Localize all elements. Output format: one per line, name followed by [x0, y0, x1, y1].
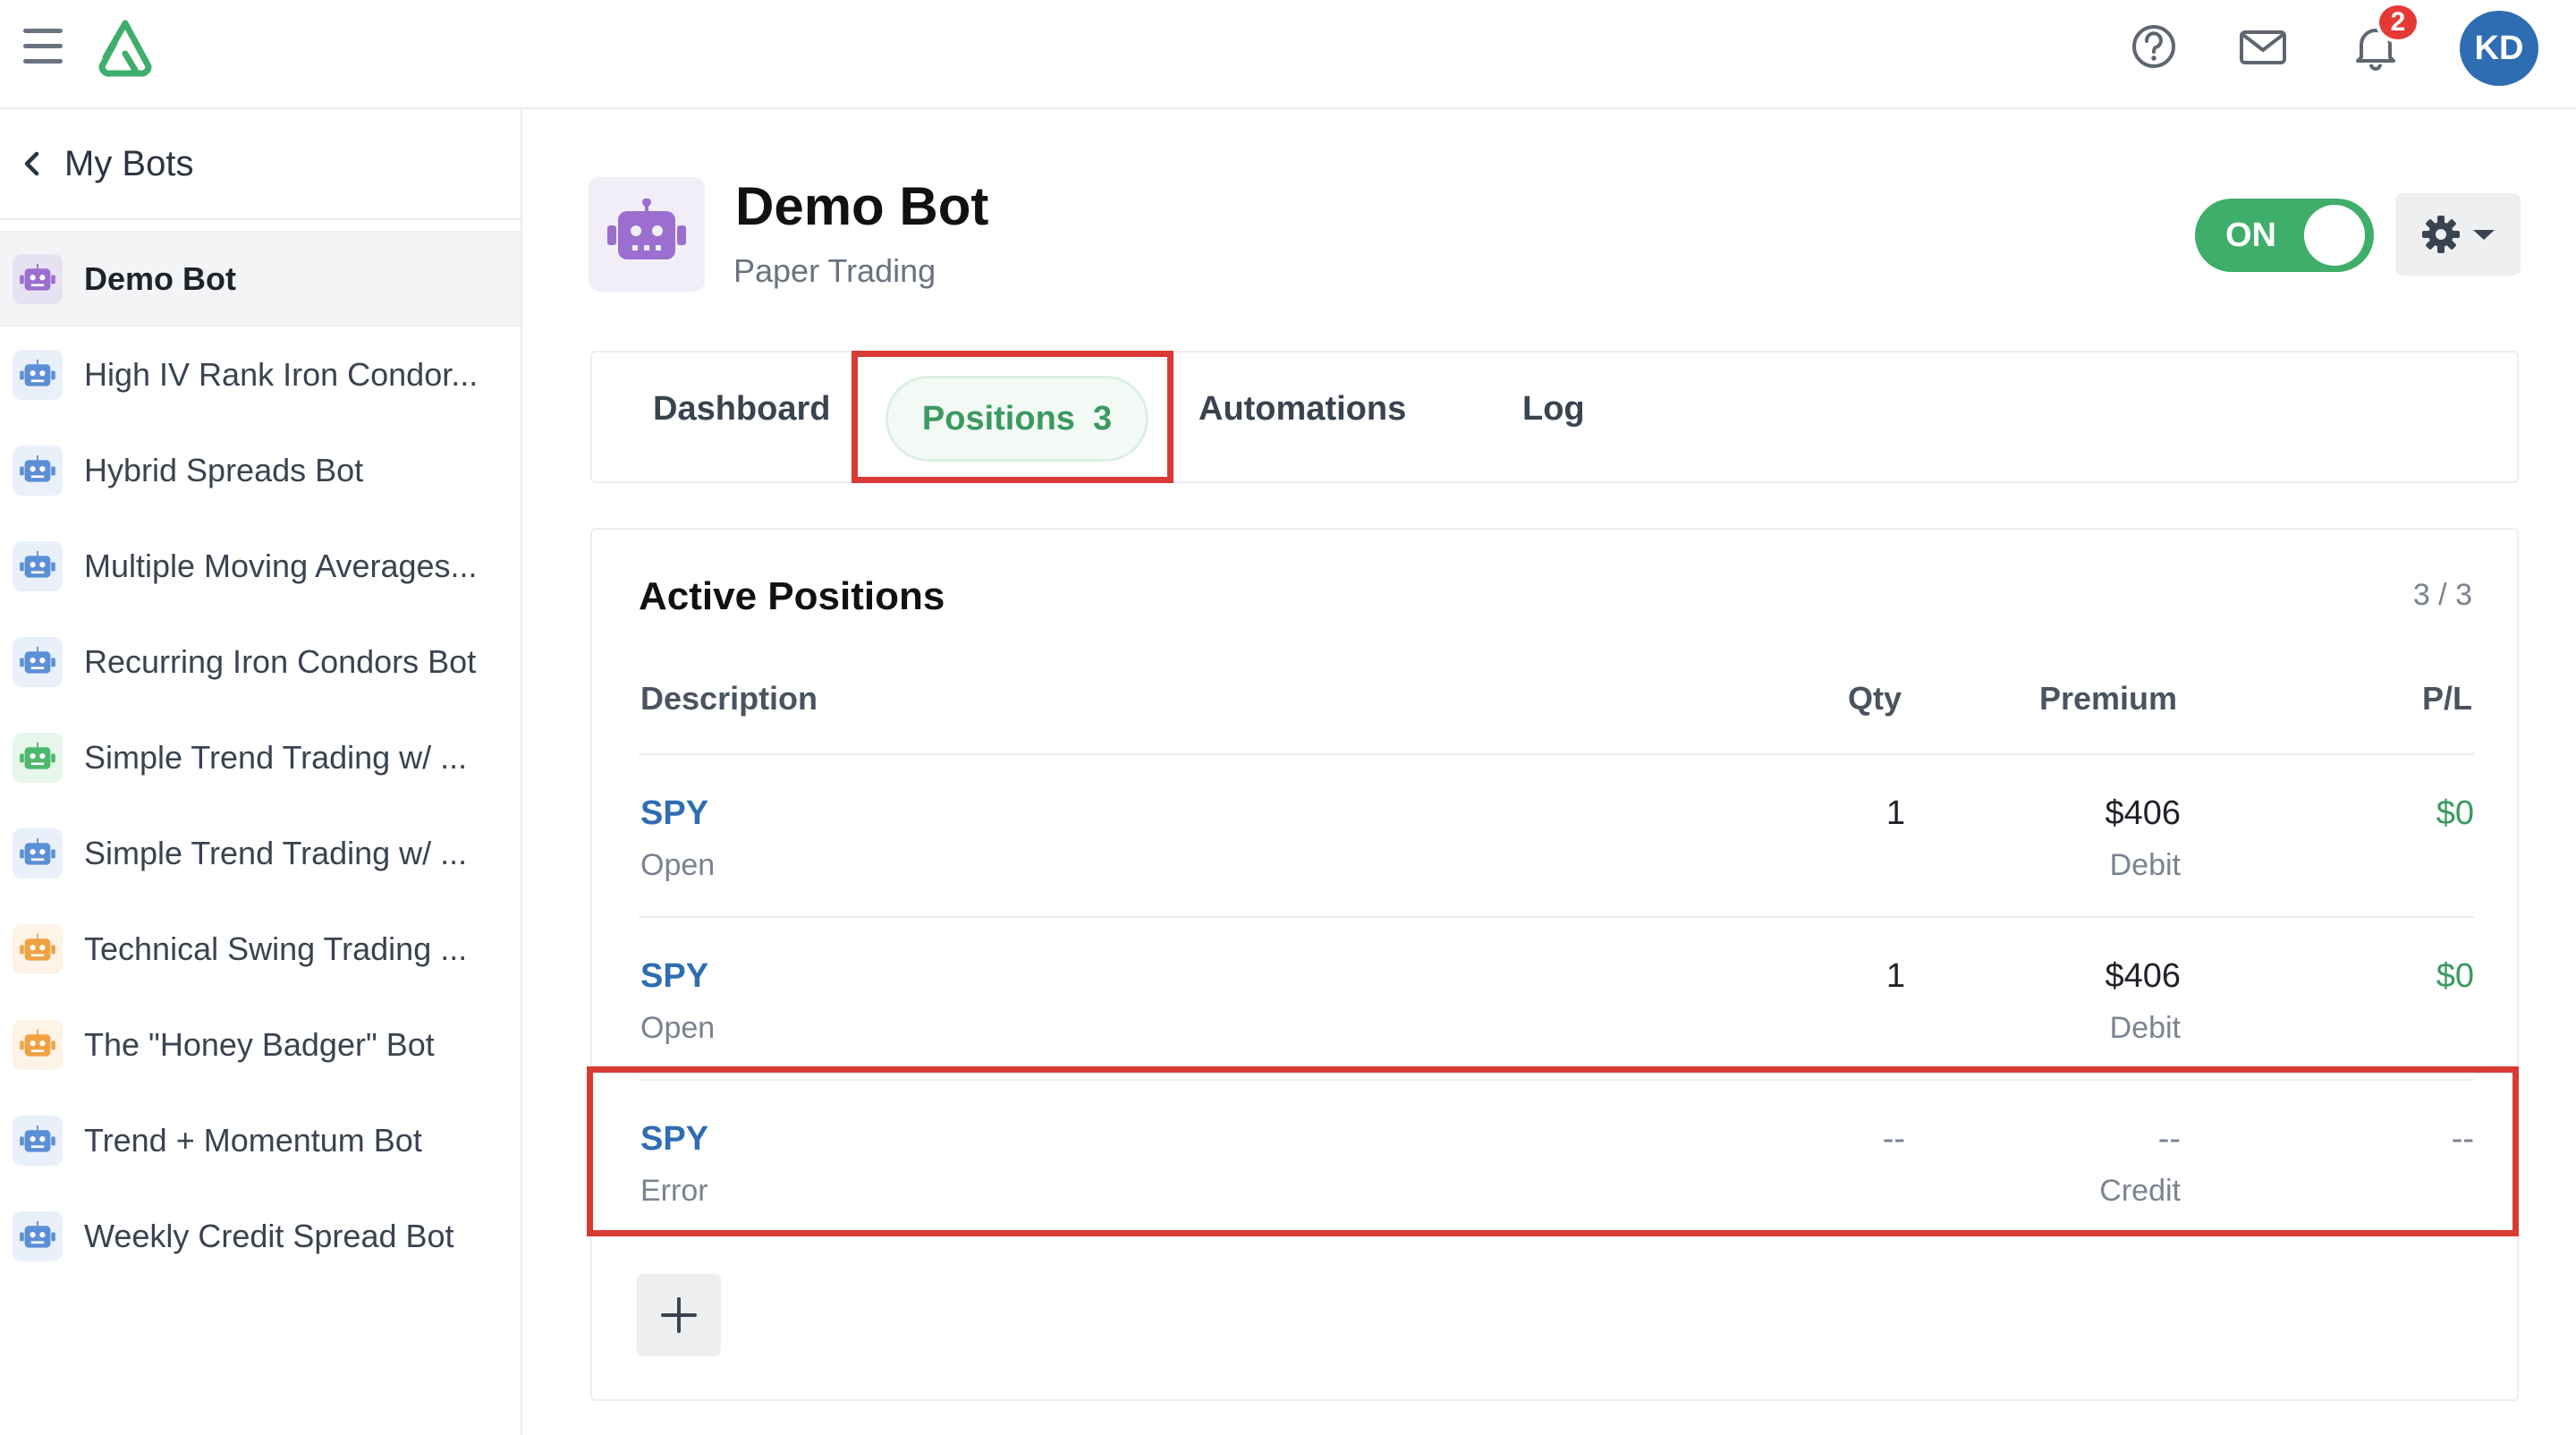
page-title: Demo Bot — [735, 176, 989, 236]
position-pl: $0 — [2436, 957, 2474, 995]
table-row[interactable]: SPY Open 1 $406 Debit $0 — [639, 916, 2474, 1079]
position-symbol[interactable]: SPY — [640, 957, 708, 996]
robot-icon — [13, 1115, 63, 1166]
position-premium: $406 — [2105, 957, 2181, 995]
toggle-label: ON — [2225, 217, 2276, 254]
sidebar-bot-item[interactable]: Simple Trend Trading w/ ... — [0, 805, 521, 901]
notification-badge: 2 — [2376, 2, 2420, 43]
position-status: Open — [640, 848, 716, 882]
positions-count: 3 / 3 — [2412, 578, 2472, 612]
sidebar-bot-item[interactable]: Demo Bot — [0, 231, 521, 327]
position-premium-type: Debit — [2109, 848, 2181, 882]
top-bar: 2 KD — [0, 0, 2576, 109]
sidebar-bot-item[interactable]: High IV Rank Iron Condor... — [0, 327, 521, 422]
robot-icon — [13, 540, 63, 591]
bot-on-off-toggle[interactable]: ON — [2195, 199, 2374, 272]
position-premium-type: Credit — [2099, 1174, 2181, 1208]
position-premium-type: Debit — [2109, 1011, 2181, 1045]
sidebar-bot-name: Simple Trend Trading w/ ... — [84, 738, 468, 776]
position-premium: $406 — [2105, 794, 2181, 832]
sidebar-bot-name: Weekly Credit Spread Bot — [84, 1217, 454, 1254]
sidebar-bot-name: Trend + Momentum Bot — [84, 1121, 422, 1159]
avatar[interactable]: KD — [2460, 11, 2538, 86]
position-status: Error — [640, 1174, 708, 1208]
tab-automations[interactable]: Automations — [1199, 390, 1406, 429]
sidebar-bot-item[interactable]: Technical Swing Trading ... — [0, 901, 521, 997]
active-positions-card: Active Positions 3 / 3 Description Qty P… — [590, 528, 2519, 1401]
position-symbol[interactable]: SPY — [640, 1120, 708, 1159]
robot-icon — [13, 828, 63, 879]
sidebar-bot-name: Simple Trend Trading w/ ... — [84, 834, 468, 871]
position-pl: $0 — [2436, 794, 2474, 832]
robot-icon — [13, 253, 63, 304]
position-premium: -- — [2157, 1120, 2181, 1158]
tab-bar: Dashboard Positions 3 Automations Log — [590, 351, 2519, 483]
gear-icon — [2422, 216, 2460, 253]
chevron-left-icon — [24, 151, 39, 176]
bot-avatar — [589, 177, 705, 292]
sidebar-bot-item[interactable]: Weekly Credit Spread Bot — [0, 1188, 521, 1284]
position-qty: 1 — [1885, 794, 1905, 832]
robot-icon — [13, 1019, 63, 1070]
robot-icon — [13, 636, 63, 687]
robot-icon — [13, 732, 63, 783]
sidebar-bot-name: Multiple Moving Averages... — [84, 547, 478, 584]
position-symbol[interactable]: SPY — [640, 794, 708, 833]
position-qty: -- — [1882, 1120, 1905, 1158]
add-position-button[interactable] — [637, 1274, 721, 1356]
sidebar-bot-item[interactable]: Recurring Iron Condors Bot — [0, 614, 521, 709]
position-pl: -- — [2451, 1120, 2474, 1158]
robot-icon — [13, 445, 63, 496]
column-header-premium: Premium — [2038, 680, 2177, 717]
table-row[interactable]: SPY Error -- -- Credit -- — [639, 1079, 2474, 1242]
tab-positions-count: 3 — [1092, 399, 1113, 437]
robot-icon — [13, 349, 63, 400]
caret-down-icon — [2473, 230, 2495, 240]
sidebar-bot-item[interactable]: Simple Trend Trading w/ ... — [0, 709, 521, 805]
bot-list: Demo Bot High IV Rank Iron Condor... Hybri… — [0, 220, 521, 1284]
sidebar-bot-name: The "Honey Badger" Bot — [84, 1025, 435, 1063]
sidebar-bot-item[interactable]: Hybrid Spreads Bot — [0, 422, 521, 518]
sidebar-bot-item[interactable]: The "Honey Badger" Bot — [0, 997, 521, 1092]
column-header-description: Description — [640, 680, 818, 717]
sidebar-bot-name: Technical Swing Trading ... — [84, 930, 468, 967]
robot-icon — [13, 1210, 63, 1261]
sidebar-bot-item[interactable]: Trend + Momentum Bot — [0, 1092, 521, 1188]
sidebar-bot-name: Hybrid Spreads Bot — [84, 451, 364, 488]
sidebar-bot-name: Recurring Iron Condors Bot — [84, 642, 477, 680]
sidebar-title: My Bots — [64, 143, 194, 183]
sidebar-bot-name: Demo Bot — [84, 259, 236, 297]
help-icon[interactable] — [2127, 20, 2181, 73]
robot-icon — [607, 199, 686, 259]
tab-positions[interactable]: Positions 3 — [886, 376, 1148, 462]
position-qty: 1 — [1885, 957, 1905, 995]
back-to-my-bots[interactable]: My Bots — [0, 109, 521, 220]
column-header-pl: P/L — [2421, 680, 2472, 717]
toggle-knob — [2304, 205, 2365, 266]
sidebar: My Bots Demo Bot High IV Rank Iron Condor… — [0, 109, 522, 1435]
settings-dropdown-button[interactable] — [2395, 193, 2521, 276]
menu-icon[interactable] — [23, 29, 63, 64]
robot-icon — [13, 923, 63, 974]
sidebar-bot-name: High IV Rank Iron Condor... — [84, 355, 479, 393]
tab-positions-label: Positions — [921, 399, 1075, 437]
position-status: Open — [640, 1011, 716, 1045]
logo-icon[interactable] — [93, 18, 157, 77]
table-row[interactable]: SPY Open 1 $406 Debit $0 — [639, 753, 2474, 916]
column-header-qty: Qty — [1847, 680, 1902, 717]
section-title: Active Positions — [639, 574, 945, 618]
page-subtitle: Paper Trading — [733, 252, 936, 289]
plus-icon — [661, 1297, 697, 1333]
mail-icon[interactable] — [2236, 20, 2290, 73]
tab-log[interactable]: Log — [1522, 390, 1585, 429]
tab-dashboard[interactable]: Dashboard — [653, 390, 830, 429]
sidebar-bot-item[interactable]: Multiple Moving Averages... — [0, 518, 521, 614]
